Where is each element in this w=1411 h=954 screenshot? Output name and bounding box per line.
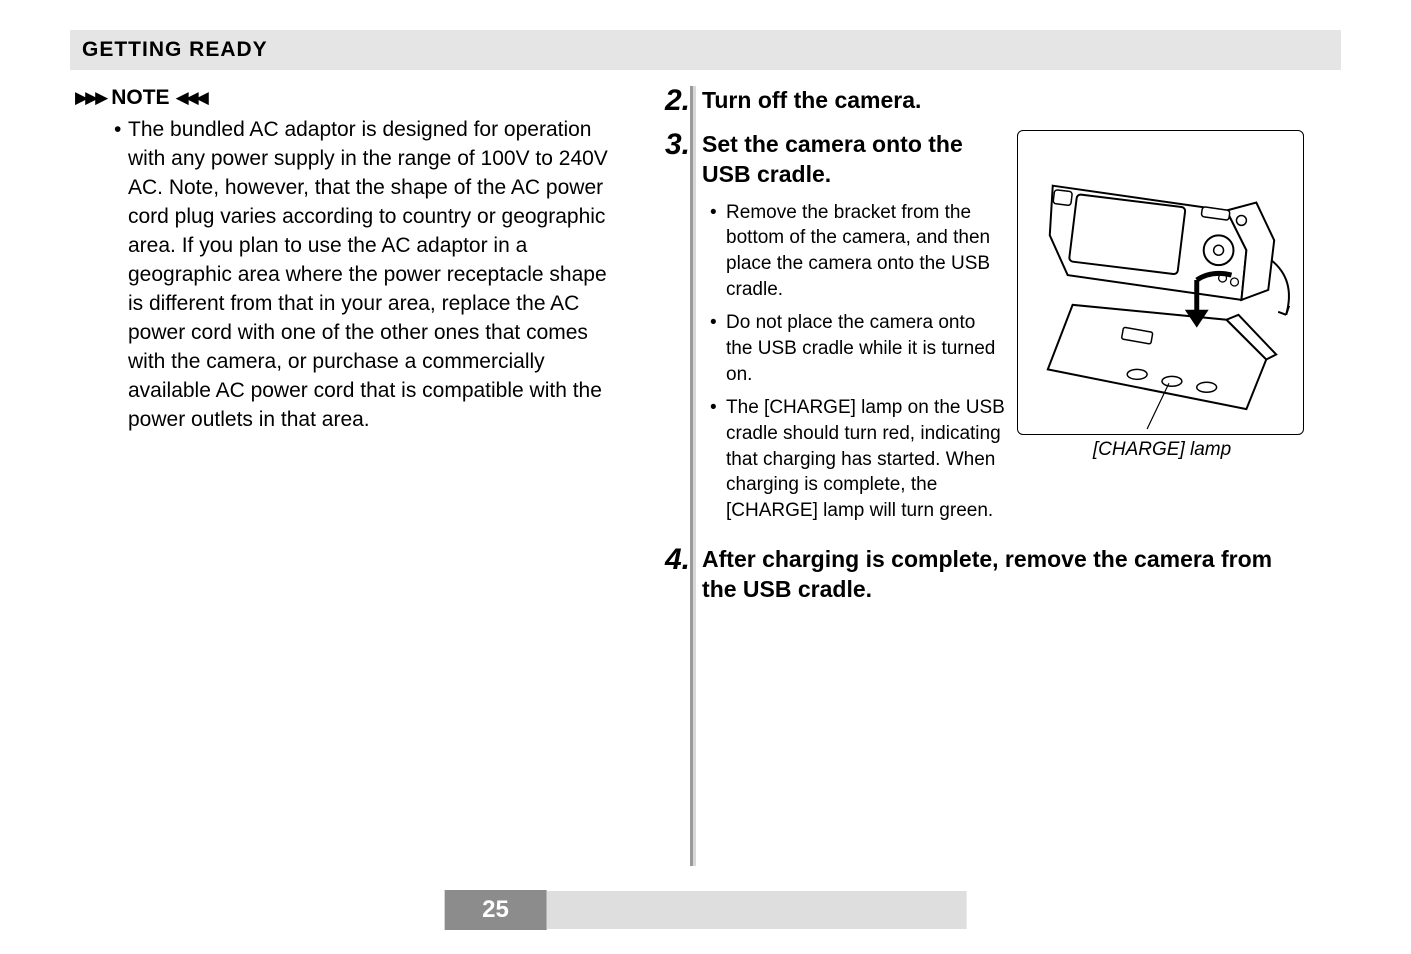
note-label: NOTE <box>111 86 169 110</box>
bullet-icon: • <box>710 200 726 303</box>
step-number: 2. <box>665 86 690 116</box>
sub-bullet: • The [CHARGE] lamp on the USB cradle sh… <box>702 395 1005 523</box>
step-title: Turn off the camera. <box>702 86 1280 116</box>
step-title: After charging is complete, remove the c… <box>702 545 1280 605</box>
page-number: 25 <box>444 890 547 930</box>
step-number: 4. <box>665 545 690 575</box>
note-tri-left-icon: ▶▶▶ <box>75 88 105 108</box>
note-text: The bundled AC adaptor is designed for o… <box>128 116 622 435</box>
sub-bullet: • Do not place the camera onto the USB c… <box>702 310 1005 387</box>
step-2: 2. Turn off the camera. <box>665 86 1280 116</box>
bullet-icon: • <box>710 310 726 387</box>
camera-cradle-illustration <box>1017 130 1304 435</box>
bullet-icon: • <box>114 116 128 435</box>
sub-bullet: • Remove the bracket from the bottom of … <box>702 200 1005 303</box>
sub-text: The [CHARGE] lamp on the USB cradle shou… <box>726 395 1005 523</box>
sub-text: Do not place the camera onto the USB cra… <box>726 310 1005 387</box>
column-divider <box>690 86 696 866</box>
step-title: Set the camera onto the USB cradle. <box>702 130 1005 190</box>
illustration-caption: [CHARGE] lamp <box>1017 439 1307 461</box>
note-header: ▶▶▶ NOTE ◀◀◀ <box>75 86 622 110</box>
step-4: 4. After charging is complete, remove th… <box>665 545 1280 605</box>
step-3: 3. Set the camera onto the USB cradle. •… <box>665 130 1280 531</box>
note-bullet: • The bundled AC adaptor is designed for… <box>114 116 622 435</box>
step-number: 3. <box>665 130 690 160</box>
right-column: 2. Turn off the camera. 3. Set the camer… <box>640 86 1280 615</box>
section-header: GETTING READY <box>70 30 1341 70</box>
bullet-icon: • <box>710 395 726 523</box>
note-tri-right-icon: ◀◀◀ <box>176 88 206 108</box>
page-number-decoration <box>547 891 967 929</box>
left-column: ▶▶▶ NOTE ◀◀◀ • The bundled AC adaptor is… <box>70 86 640 615</box>
page-number-bar: 25 <box>444 890 967 930</box>
sub-text: Remove the bracket from the bottom of th… <box>726 200 1005 303</box>
